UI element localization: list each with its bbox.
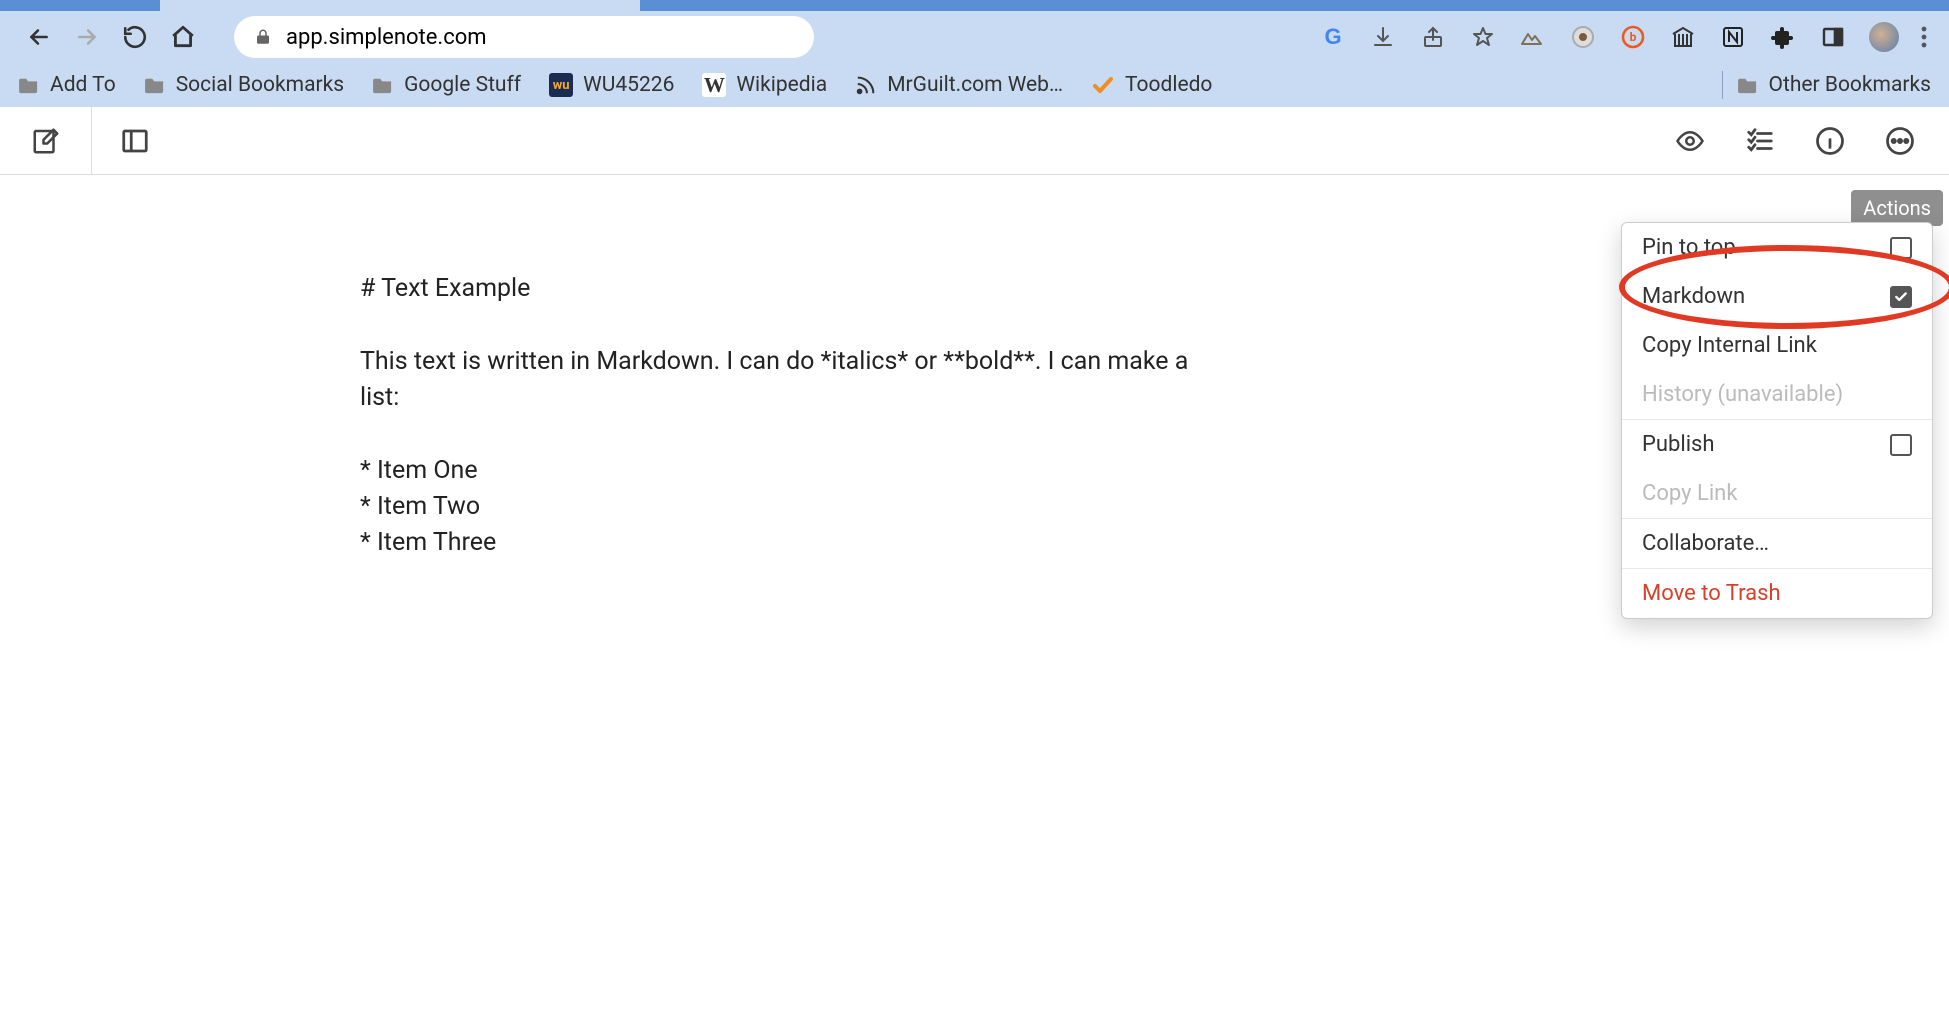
menu-markdown[interactable]: Markdown	[1622, 272, 1932, 321]
note-line: * Item One	[360, 456, 478, 485]
wikipedia-icon: W	[702, 73, 726, 97]
menu-collaborate[interactable]: Collaborate…	[1622, 519, 1932, 568]
preview-button[interactable]	[1675, 126, 1705, 156]
bookmark-social[interactable]: Social Bookmarks	[144, 73, 344, 97]
checkbox-icon	[1890, 434, 1912, 456]
profile-avatar[interactable]	[1869, 22, 1899, 52]
other-bookmarks-label: Other Bookmarks	[1769, 73, 1931, 97]
bookmark-wu45226[interactable]: wu WU45226	[549, 73, 674, 97]
browser-nav-row: app.simplenote.com G b	[0, 11, 1949, 63]
browser-chrome: app.simplenote.com G b	[0, 0, 1949, 107]
menu-pin-to-top[interactable]: Pin to top	[1622, 223, 1932, 272]
share-icon[interactable]	[1419, 23, 1447, 51]
tab-strip	[0, 0, 1949, 11]
checklist-button[interactable]	[1745, 126, 1775, 156]
menu-history: History (unavailable)	[1622, 370, 1932, 419]
extension-library-icon[interactable]	[1669, 23, 1697, 51]
actions-tooltip: Actions	[1851, 190, 1943, 226]
reload-button[interactable]	[114, 16, 156, 58]
toolbar-right-icons: G b	[1319, 22, 1927, 52]
forward-button[interactable]	[66, 16, 108, 58]
svg-text:b: b	[1630, 30, 1637, 44]
home-button[interactable]	[162, 16, 204, 58]
bookmark-label: MrGuilt.com Web…	[887, 73, 1063, 97]
menu-label: Move to Trash	[1642, 581, 1781, 606]
bookmark-wikipedia[interactable]: W Wikipedia	[702, 73, 827, 97]
menu-label: Markdown	[1642, 284, 1745, 309]
folder-icon	[144, 76, 166, 94]
menu-move-to-trash[interactable]: Move to Trash	[1622, 569, 1932, 618]
extension-mountain-icon[interactable]	[1519, 23, 1547, 51]
google-icon[interactable]: G	[1319, 23, 1347, 51]
extensions-puzzle-icon[interactable]	[1769, 23, 1797, 51]
menu-label: Collaborate…	[1642, 531, 1769, 556]
url-text: app.simplenote.com	[286, 25, 487, 50]
bookmark-label: Google Stuff	[404, 73, 521, 97]
note-line: This text is written in Markdown. I can …	[360, 347, 1195, 412]
app-toolbar	[0, 107, 1949, 175]
folder-icon	[372, 76, 394, 94]
bookmark-mrguilt[interactable]: MrGuilt.com Web…	[855, 73, 1063, 97]
menu-label: Copy Link	[1642, 481, 1737, 506]
checkbox-icon	[1890, 237, 1912, 259]
actions-button[interactable]	[1885, 126, 1915, 156]
bookmark-separator	[1722, 71, 1723, 99]
download-icon[interactable]	[1369, 23, 1397, 51]
check-icon	[1091, 73, 1115, 97]
rss-icon	[855, 74, 877, 96]
info-button[interactable]	[1815, 126, 1845, 156]
sidepanel-icon[interactable]	[1819, 23, 1847, 51]
other-bookmarks[interactable]: Other Bookmarks	[1737, 73, 1931, 97]
menu-label: Pin to top	[1642, 235, 1736, 260]
menu-publish[interactable]: Publish	[1622, 420, 1932, 469]
actions-menu: Pin to top Markdown Copy Internal Link H…	[1621, 222, 1933, 619]
menu-label: History (unavailable)	[1642, 382, 1843, 407]
bookmark-add-to[interactable]: Add To	[18, 73, 116, 97]
lock-icon	[254, 28, 272, 46]
menu-copy-internal-link[interactable]: Copy Internal Link	[1622, 321, 1932, 370]
menu-copy-link: Copy Link	[1622, 469, 1932, 518]
bookmark-google-stuff[interactable]: Google Stuff	[372, 73, 521, 97]
back-button[interactable]	[18, 16, 60, 58]
bookmark-label: Add To	[50, 73, 116, 97]
bookmark-label: Wikipedia	[736, 73, 827, 97]
new-note-button[interactable]	[31, 126, 61, 156]
star-icon[interactable]	[1469, 23, 1497, 51]
bookmark-label: Toodledo	[1125, 73, 1212, 97]
extension-notion-icon[interactable]	[1719, 23, 1747, 51]
bookmark-toodledo[interactable]: Toodledo	[1091, 73, 1212, 97]
note-line: # Text Example	[360, 274, 530, 303]
omnibox[interactable]: app.simplenote.com	[234, 16, 814, 58]
chrome-menu-button[interactable]	[1921, 25, 1927, 49]
extension-bitly-icon[interactable]: b	[1619, 23, 1647, 51]
checkbox-checked-icon	[1890, 286, 1912, 308]
folder-icon	[1737, 76, 1759, 94]
toggle-sidebar-button[interactable]	[120, 126, 150, 156]
folder-icon	[18, 76, 40, 94]
note-line: * Item Three	[360, 528, 496, 557]
bookmarks-bar: Add To Social Bookmarks Google Stuff wu …	[0, 63, 1949, 107]
note-editor[interactable]: # Text Example This text is written in M…	[360, 235, 1200, 561]
menu-label: Publish	[1642, 432, 1715, 457]
note-line: * Item Two	[360, 492, 480, 521]
bookmark-label: WU45226	[583, 73, 674, 97]
menu-label: Copy Internal Link	[1642, 333, 1817, 358]
wunderground-icon: wu	[549, 73, 573, 97]
bookmark-label: Social Bookmarks	[176, 73, 344, 97]
extension-circle-icon[interactable]	[1569, 23, 1597, 51]
